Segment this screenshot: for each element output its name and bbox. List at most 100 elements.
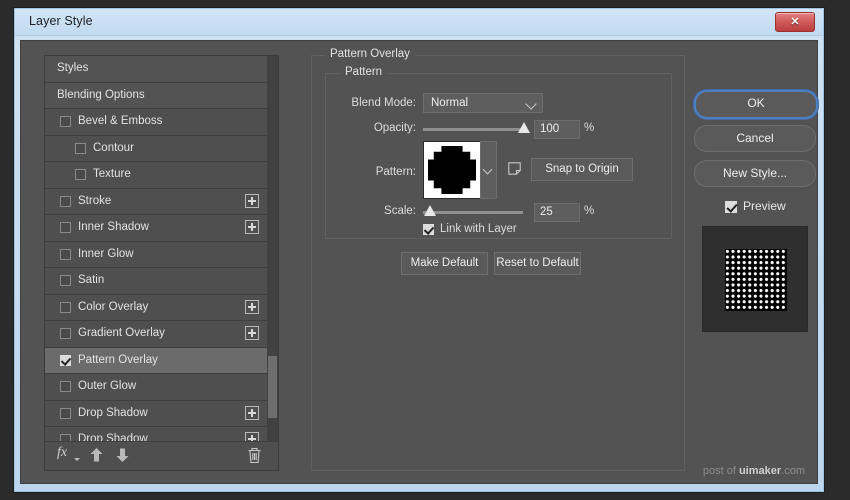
actions-panel: OK Cancel New Style... Preview: [691, 55, 818, 469]
scale-value: 25: [540, 206, 553, 218]
style-row-checkbox[interactable]: [60, 116, 71, 127]
style-row-bevel-emboss[interactable]: Bevel & Emboss: [45, 109, 267, 136]
trash-icon[interactable]: [247, 447, 262, 469]
style-row-checkbox[interactable]: [60, 381, 71, 392]
add-effect-plus-icon[interactable]: [245, 299, 259, 314]
preview-label[interactable]: Preview: [743, 199, 786, 213]
scale-input[interactable]: 25: [534, 203, 580, 222]
scale-label: Scale:: [384, 205, 416, 217]
snap-to-origin-button[interactable]: Snap to Origin: [531, 158, 633, 181]
styles-scrollbar-track[interactable]: [267, 56, 278, 441]
ok-button[interactable]: OK: [694, 90, 818, 119]
layer-style-window: Layer Style ✕ Styles Blending Options Beve…: [14, 8, 824, 492]
style-row-label: Outer Glow: [78, 380, 137, 392]
arrow-down-svg: [116, 448, 129, 462]
style-row-texture[interactable]: Texture: [45, 162, 267, 189]
style-row-drop-shadow[interactable]: Drop Shadow: [45, 400, 267, 427]
new-style-button[interactable]: New Style...: [694, 160, 816, 187]
link-with-layer-checkbox[interactable]: [423, 224, 434, 235]
move-down-arrow-icon[interactable]: [115, 447, 130, 463]
style-row-label: Color Overlay: [78, 300, 149, 313]
style-row-label: Blending Options: [57, 88, 145, 101]
reset-to-default-button[interactable]: Reset to Default: [494, 252, 581, 275]
move-up-arrow-icon[interactable]: [89, 447, 104, 463]
style-row-label: Inner Glow: [78, 247, 134, 260]
link-with-layer-label[interactable]: Link with Layer: [440, 223, 517, 235]
style-row-checkbox[interactable]: [60, 354, 71, 366]
desktop-backdrop: Layer Style ✕ Styles Blending Options Beve…: [0, 0, 850, 500]
pattern-shape-icon: [428, 146, 476, 194]
style-row-label: Pattern Overlay: [78, 353, 158, 366]
style-row-checkbox[interactable]: [60, 328, 71, 339]
new-preset-svg: [508, 162, 521, 175]
style-row-outer-glow[interactable]: Outer Glow: [45, 374, 267, 401]
style-row-inner-glow[interactable]: Inner Glow: [45, 241, 267, 268]
add-effect-plus-icon[interactable]: [245, 326, 259, 340]
add-effect-plus-icon[interactable]: [245, 405, 259, 420]
opacity-slider-knob[interactable]: [518, 122, 530, 133]
blend-mode-label: Blend Mode:: [351, 97, 416, 109]
opacity-unit: %: [584, 122, 595, 134]
style-row-label: Stroke: [78, 194, 112, 207]
styles-scrollbar-thumb[interactable]: [268, 356, 277, 418]
opacity-slider-track[interactable]: [423, 128, 523, 131]
style-row-contour[interactable]: Contour: [45, 135, 267, 162]
pattern-group-legend: Pattern: [340, 66, 388, 78]
fx-icon[interactable]: fx: [57, 445, 80, 461]
chevron-down-icon: [74, 458, 80, 461]
opacity-label: Opacity:: [373, 122, 416, 134]
cancel-label: Cancel: [736, 131, 774, 145]
pattern-picker-dropdown[interactable]: [480, 141, 497, 199]
style-row-checkbox[interactable]: [60, 275, 71, 286]
style-row-color-overlay[interactable]: Color Overlay: [45, 294, 267, 321]
pattern-overlay-legend: Pattern Overlay: [325, 48, 415, 60]
add-effect-plus-icon[interactable]: [245, 432, 259, 441]
arrow-up-svg: [90, 448, 103, 462]
style-row-blending-options[interactable]: Blending Options: [45, 82, 267, 109]
reset-to-default-label: Reset to Default: [496, 257, 579, 269]
blend-mode-value: Normal: [431, 97, 469, 109]
style-row-pattern-overlay[interactable]: Pattern Overlay: [45, 347, 267, 374]
pattern-swatch[interactable]: [423, 141, 481, 199]
style-row-checkbox[interactable]: [60, 301, 71, 313]
style-row-checkbox[interactable]: [60, 248, 71, 260]
style-row-satin[interactable]: Satin: [45, 268, 267, 295]
make-default-button[interactable]: Make Default: [401, 252, 488, 275]
opacity-input[interactable]: 100: [534, 120, 580, 139]
style-row-checkbox[interactable]: [60, 195, 71, 207]
ok-label: OK: [747, 96, 765, 110]
style-row-checkbox[interactable]: [60, 407, 71, 419]
scale-slider-knob[interactable]: [424, 205, 436, 216]
style-row-label: Styles: [57, 62, 89, 74]
style-row-label: Satin: [78, 274, 105, 286]
close-button[interactable]: ✕: [775, 12, 815, 32]
style-row-gradient-overlay[interactable]: Gradient Overlay: [45, 321, 267, 348]
style-row-label: Gradient Overlay: [78, 327, 165, 339]
watermark: post of uimaker.com: [703, 465, 805, 477]
watermark-suffix: .com: [781, 465, 805, 477]
style-row-label: Inner Shadow: [78, 221, 149, 233]
style-row-drop-shadow[interactable]: Drop Shadow: [45, 427, 267, 441]
add-effect-plus-icon[interactable]: [245, 220, 259, 234]
style-row-styles[interactable]: Styles: [45, 56, 267, 83]
style-row-label: Texture: [93, 168, 131, 180]
new-preset-icon[interactable]: [508, 162, 521, 175]
styles-list[interactable]: Styles Blending Options Bevel & Emboss Cont…: [45, 56, 267, 441]
scale-slider-track[interactable]: [423, 211, 523, 214]
preview-checkbox[interactable]: [725, 201, 737, 213]
styles-panel: Styles Blending Options Bevel & Emboss Cont…: [44, 55, 279, 471]
fx-label: fx: [57, 445, 68, 460]
cancel-button[interactable]: Cancel: [694, 125, 816, 152]
styles-toolbar: fx: [45, 441, 278, 470]
style-row-checkbox[interactable]: [60, 222, 71, 233]
style-row-stroke[interactable]: Stroke: [45, 188, 267, 215]
blend-mode-select[interactable]: Normal: [423, 93, 543, 113]
style-row-inner-shadow[interactable]: Inner Shadow: [45, 215, 267, 242]
style-row-checkbox[interactable]: [60, 434, 71, 441]
add-effect-plus-icon[interactable]: [245, 193, 259, 208]
style-row-checkbox[interactable]: [75, 142, 86, 154]
close-icon: ✕: [790, 16, 800, 28]
preview-thumbnail: [702, 226, 808, 332]
window-titlebar[interactable]: Layer Style ✕: [15, 9, 823, 36]
style-row-checkbox[interactable]: [75, 169, 86, 180]
